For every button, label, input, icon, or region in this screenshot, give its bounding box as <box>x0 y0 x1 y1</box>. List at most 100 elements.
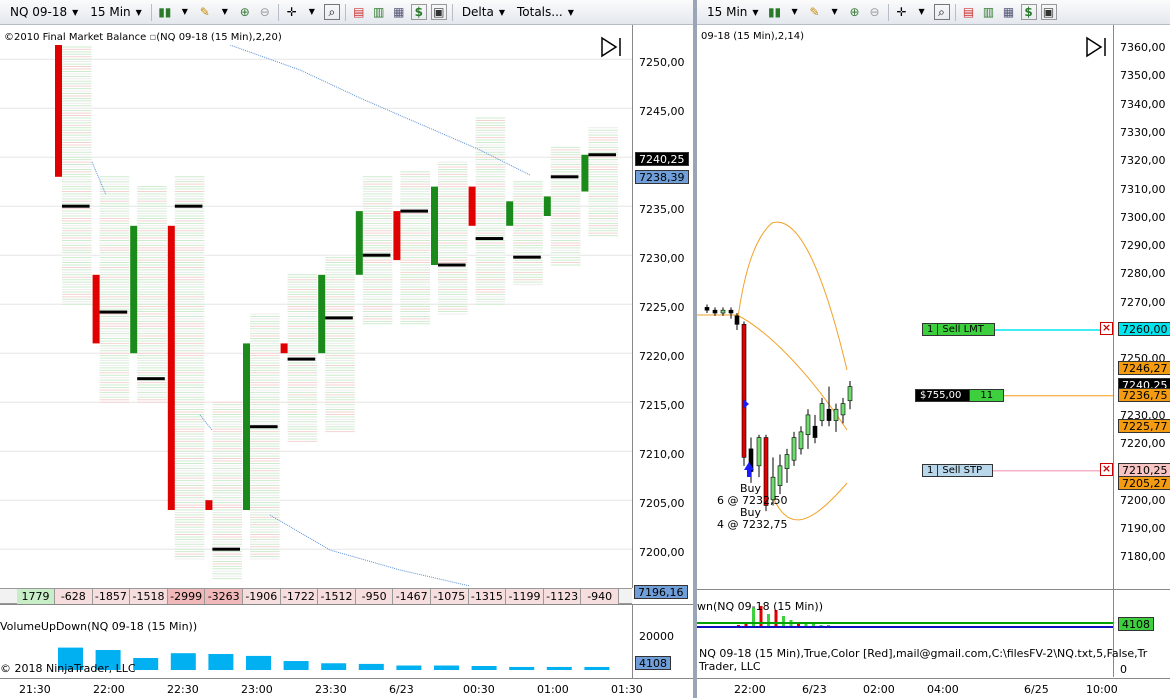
sell-limit-order[interactable]: 1 Sell LMT <box>922 323 995 336</box>
price-axis-label: 7220,00 <box>1120 437 1166 451</box>
toolbar-separator <box>451 3 453 21</box>
up-candle <box>805 414 811 436</box>
right-price-axis[interactable]: 7360,00 7350,00 7340,00 7330,00 7320,00 7310,… <box>1113 25 1170 607</box>
price-axis-label: 7330,00 <box>1120 125 1166 139</box>
cancel-order-icon[interactable]: × <box>1100 322 1113 335</box>
down-candle <box>167 225 175 511</box>
poc-marker <box>588 153 616 157</box>
time-axis-label: 22:00 <box>93 683 125 696</box>
candlestick-style-icon[interactable]: ▮▮ <box>157 4 173 20</box>
price-axis-label: 7200,00 <box>639 546 685 559</box>
magnifier-icon[interactable]: ⌕ <box>323 4 340 20</box>
delta-value: 1779 <box>17 589 55 604</box>
interval-selector[interactable]: 15 Min ▼ <box>84 0 148 25</box>
pencil-draw-icon[interactable]: ✎ <box>197 4 213 20</box>
footprint-cell <box>550 146 581 266</box>
indicators-icon[interactable]: ▤ <box>351 4 367 20</box>
left-time-axis[interactable]: 21:30 22:00 22:30 23:00 23:30 6/23 00:30 01:00 0… <box>0 678 693 698</box>
volume-bar <box>283 661 309 670</box>
delta-value: -628 <box>55 589 93 604</box>
delta-value: -2999 <box>167 589 206 604</box>
up-candle <box>130 225 138 354</box>
chevron-down-icon[interactable]: ▼ <box>217 4 233 20</box>
down-candle <box>741 324 747 458</box>
footprint-cell <box>137 186 167 403</box>
delta-menu[interactable]: Delta ▼ <box>456 0 511 25</box>
indicators-icon[interactable]: ▤ <box>961 4 977 20</box>
toolbar-separator <box>150 3 152 21</box>
poc-marker <box>438 263 466 267</box>
price-axis-label: 7270,00 <box>1120 295 1166 309</box>
right-time-axis[interactable]: 22:00 6/23 02:00 04:00 6/25 10:00 <box>697 678 1170 698</box>
poc-marker <box>325 316 353 320</box>
data-box-icon[interactable]: ▣ <box>430 4 447 20</box>
position-pnl-value: $755,00 <box>916 390 971 401</box>
volume-last-tag: 4108 <box>635 656 671 670</box>
footprint-cell <box>588 127 618 237</box>
chevron-down-icon[interactable]: ▼ <box>304 4 320 20</box>
volume-bar <box>584 666 610 670</box>
chevron-down-icon[interactable]: ▼ <box>787 4 803 20</box>
poc-marker <box>62 204 90 208</box>
strategies-icon[interactable]: ▥ <box>371 4 387 20</box>
delta-value: -1857 <box>92 589 131 604</box>
volume-bar <box>208 654 234 670</box>
chart-properties-icon[interactable]: ▦ <box>391 4 407 20</box>
band-upper-tag: 7246,27 <box>1118 361 1170 375</box>
footprint-chart-area[interactable] <box>0 45 632 587</box>
volume-bar <box>321 663 347 670</box>
zoom-out-icon[interactable]: ⊖ <box>867 4 883 20</box>
footprint-cell <box>212 401 242 580</box>
down-candle <box>55 45 62 177</box>
chart-properties-icon[interactable]: ▦ <box>1001 4 1017 20</box>
crosshair-icon[interactable]: ✛ <box>894 4 910 20</box>
crosshair-icon[interactable]: ✛ <box>284 4 300 20</box>
instrument-selector[interactable]: NQ 09-18 ▼ <box>4 0 84 25</box>
time-axis-label: 6/25 <box>1024 683 1049 696</box>
cancel-order-icon[interactable]: × <box>1100 463 1113 476</box>
totals-menu[interactable]: Totals... ▼ <box>511 0 580 25</box>
data-box-icon[interactable]: ▣ <box>1040 4 1057 20</box>
pencil-draw-icon[interactable]: ✎ <box>807 4 823 20</box>
dollar-icon[interactable]: $ <box>1020 4 1037 20</box>
up-candle <box>833 408 839 421</box>
price-axis-label: 7180,00 <box>1120 550 1166 564</box>
zoom-in-icon[interactable]: ⊕ <box>237 4 253 20</box>
price-axis-label: 7190,00 <box>1120 522 1166 536</box>
poc-marker <box>400 209 428 213</box>
down-candle <box>812 425 818 438</box>
volume-bar <box>546 666 572 670</box>
up-candle <box>840 403 846 416</box>
chevron-down-icon: ▼ <box>567 7 574 17</box>
delta-value: -1315 <box>468 589 507 604</box>
time-axis-label: 22:00 <box>734 683 766 696</box>
magnifier-icon[interactable]: ⌕ <box>933 4 950 20</box>
footprint-cell <box>62 46 92 305</box>
sell-stop-price-tag: 7210,25 <box>1118 463 1170 477</box>
volume-title: VolumeUpDown(NQ 09-18 (15 Min)) <box>0 620 198 633</box>
chevron-down-icon: ▼ <box>752 7 759 17</box>
interval-selector[interactable]: 15 Min ▼ <box>701 0 765 25</box>
delta-value: -1199 <box>506 589 544 604</box>
up-candle <box>581 154 589 192</box>
dollar-icon[interactable]: $ <box>410 4 427 20</box>
up-candle <box>847 386 853 402</box>
left-price-axis[interactable]: 7250,007245,007240,007235,007230,007225,… <box>632 25 693 588</box>
zoom-in-icon[interactable]: ⊕ <box>847 4 863 20</box>
toolbar-separator <box>954 3 956 21</box>
delta-value: -950 <box>355 589 394 604</box>
up-candle <box>431 186 438 265</box>
zoom-out-icon[interactable]: ⊖ <box>257 4 273 20</box>
price-axis-label: 7340,00 <box>1120 97 1166 111</box>
strategies-icon[interactable]: ▥ <box>981 4 997 20</box>
candlestick-style-icon[interactable]: ▮▮ <box>767 4 783 20</box>
delta-value: -1467 <box>393 589 431 604</box>
chevron-down-icon[interactable]: ▼ <box>827 4 843 20</box>
vwap-segment <box>199 414 213 431</box>
chevron-down-icon[interactable]: ▼ <box>914 4 930 20</box>
chevron-down-icon[interactable]: ▼ <box>177 4 193 20</box>
footprint-cell <box>513 181 543 286</box>
volume-bar <box>434 665 459 670</box>
sell-stop-order[interactable]: 1 Sell STP <box>922 464 994 477</box>
position-pnl[interactable]: $755,00 11 <box>915 389 1005 402</box>
